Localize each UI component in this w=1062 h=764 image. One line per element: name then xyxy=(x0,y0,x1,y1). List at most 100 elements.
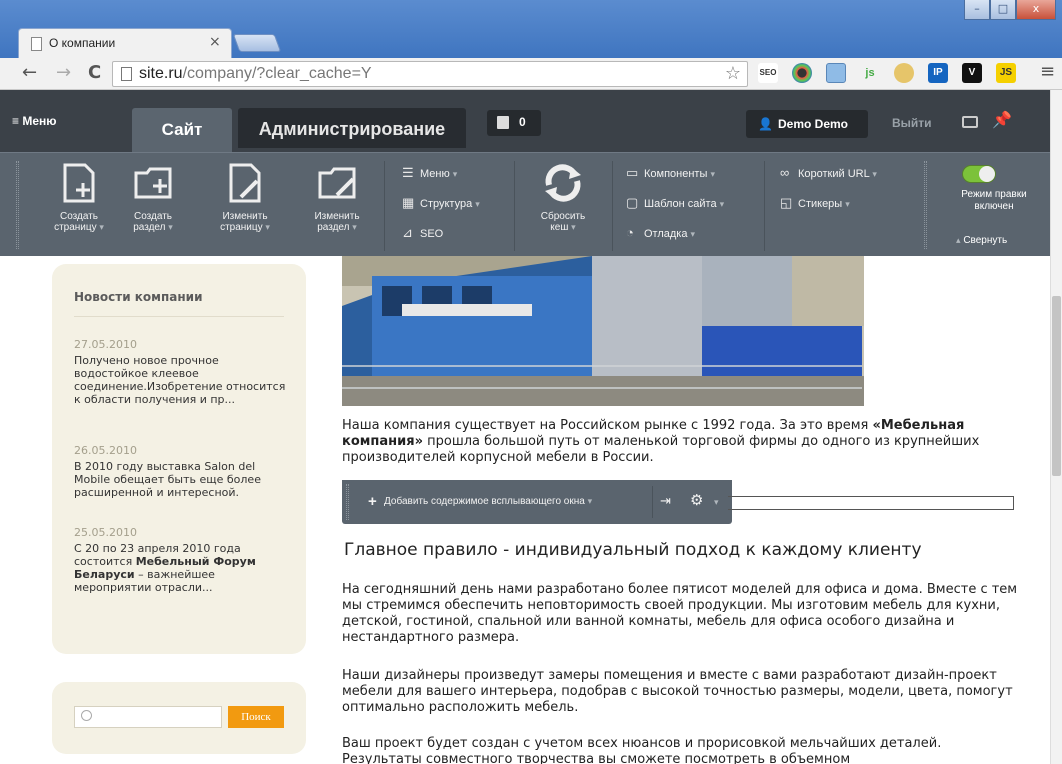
caret-icon: ▾ xyxy=(99,222,104,232)
intro-text-pre: Наша компания существует на Российском р… xyxy=(342,418,873,433)
user-name: Demo Demo xyxy=(778,117,849,131)
debug-dropdown[interactable]: ◔ Отладка ▾ xyxy=(626,225,695,240)
short-url-dropdown[interactable]: ∞ Короткий URL ▾ xyxy=(780,165,877,180)
search-icon xyxy=(81,710,92,721)
reload-icon[interactable]: C xyxy=(88,62,101,83)
minimize-button[interactable]: – xyxy=(964,0,990,20)
tab-administration[interactable]: Администрирование xyxy=(238,108,466,148)
search-button[interactable]: Поиск xyxy=(228,706,284,728)
chart-icon: ⊿ xyxy=(402,225,413,240)
separator xyxy=(514,161,515,251)
news-text[interactable]: В 2010 году выставка Salon del Mobile об… xyxy=(74,460,289,499)
intro-text-post: прошла большой путь от маленькой торгово… xyxy=(342,434,980,465)
reset-cache-button[interactable]: Сбросить кеш ▾ xyxy=(526,163,600,233)
add-popup-content-label: Добавить содержимое всплывающего окна xyxy=(384,496,585,507)
news-text[interactable]: С 20 по 23 апреля 2010 года состоится Ме… xyxy=(74,542,289,594)
cookie-extension-icon[interactable] xyxy=(894,63,914,83)
news-text[interactable]: Получено новое прочное водостойкое клеев… xyxy=(74,354,289,406)
news-item[interactable]: 26.05.2010 В 2010 году выставка Salon de… xyxy=(74,444,289,499)
create-section-label-2: раздел ▾ xyxy=(116,222,190,233)
pin-component-icon[interactable]: ⇥ xyxy=(660,493,671,509)
news-item[interactable]: 25.05.2010 С 20 по 23 апреля 2010 года с… xyxy=(74,526,289,594)
drag-handle[interactable] xyxy=(346,484,349,520)
edit-section-button[interactable]: Изменить раздел ▾ xyxy=(300,163,374,233)
back-icon[interactable]: ← xyxy=(22,62,37,83)
seo-extension-icon[interactable]: SEO xyxy=(758,63,778,83)
browser-menu-icon[interactable]: ≡ xyxy=(1040,61,1055,82)
menu-dropdown[interactable]: ☰ Меню ▾ xyxy=(402,165,457,181)
debug-dropdown-label: Отладка xyxy=(644,228,688,240)
plus-icon: + xyxy=(368,493,377,510)
drag-handle[interactable] xyxy=(16,161,19,249)
gauge-icon: ◔ xyxy=(626,225,634,240)
notifications-button[interactable]: 0 xyxy=(487,110,541,136)
create-page-label-2-text: страницу xyxy=(54,222,97,233)
js-badge-extension-icon[interactable]: JS xyxy=(996,63,1016,83)
components-dropdown[interactable]: ▭ Компоненты ▾ xyxy=(626,165,715,181)
pin-icon[interactable]: 📌 xyxy=(992,110,1012,129)
tab-close-icon[interactable]: × xyxy=(209,34,221,50)
create-page-label-2: страницу ▾ xyxy=(42,222,116,233)
v-extension-icon[interactable]: V xyxy=(962,63,982,83)
reset-cache-label-2-text: кеш xyxy=(550,222,569,233)
url-text[interactable]: site.ru/company/?clear_cache=Y xyxy=(139,65,372,83)
create-page-label-1: Создать xyxy=(59,211,98,222)
maximize-button[interactable]: □ xyxy=(990,0,1016,20)
create-page-button[interactable]: Создать страницу ▾ xyxy=(42,163,116,233)
stickers-dropdown[interactable]: ◱ Стикеры ▾ xyxy=(780,195,850,211)
edit-mode-label-1: Режим правки xyxy=(961,189,1027,200)
notification-count: 0 xyxy=(519,115,526,129)
page-info-icon xyxy=(121,67,132,81)
search-widget: Поиск xyxy=(52,682,306,754)
browser-tab-active[interactable]: О компании × xyxy=(18,28,232,58)
company-building-photo xyxy=(342,256,864,406)
news-item[interactable]: 27.05.2010 Получено новое прочное водост… xyxy=(74,338,289,406)
structure-dropdown[interactable]: ▦ Структура ▾ xyxy=(402,195,480,211)
collapse-button[interactable]: ▴ Свернуть xyxy=(956,235,1007,246)
address-bar[interactable]: site.ru/company/?clear_cache=Y ☆ xyxy=(112,61,748,87)
forward-icon[interactable]: → xyxy=(56,62,71,83)
keyboard-icon[interactable] xyxy=(962,116,978,128)
page-content: Новости компании 27.05.2010 Получено нов… xyxy=(0,256,1050,764)
close-window-button[interactable]: x xyxy=(1016,0,1056,20)
scrollbar-thumb[interactable] xyxy=(1052,296,1061,476)
article-paragraph-1: На сегодняшний день нами разработано бол… xyxy=(342,582,1018,645)
drag-handle[interactable] xyxy=(924,161,927,249)
url-path: /company/?clear_cache=Y xyxy=(182,65,372,82)
components-dropdown-label: Компоненты xyxy=(644,168,708,180)
article-heading: Главное правило - индивидуальный подход … xyxy=(344,540,922,560)
separator xyxy=(384,161,385,251)
caret-icon: ▾ xyxy=(690,229,696,239)
js-extension-icon[interactable]: js xyxy=(860,63,880,83)
tab-site[interactable]: Сайт xyxy=(132,108,232,152)
admin-topbar: ≡ Меню Сайт Администрирование 0 👤 Demo D… xyxy=(0,90,1050,152)
create-section-button[interactable]: Создать раздел ▾ xyxy=(116,163,190,233)
new-tab-button[interactable] xyxy=(232,34,282,52)
bookmark-star-icon[interactable]: ☆ xyxy=(725,63,741,84)
ip-extension-icon[interactable]: IP xyxy=(928,63,948,83)
logout-link[interactable]: Выйти xyxy=(892,116,932,130)
reset-cache-label-1: Сбросить xyxy=(540,211,586,222)
search-input[interactable] xyxy=(74,706,222,728)
notification-icon xyxy=(497,116,509,129)
edit-mode-toggle[interactable] xyxy=(962,165,996,183)
article-paragraph-3: Ваш проект будет создан с учетом всех ню… xyxy=(342,736,942,764)
caret-icon: ▾ xyxy=(265,222,270,232)
admin-menu-button[interactable]: ≡ Меню xyxy=(12,114,57,128)
edit-mode-label: Режим правки включен xyxy=(944,189,1044,213)
color-extension-icon[interactable] xyxy=(792,63,812,83)
screenshot-extension-icon[interactable] xyxy=(826,63,846,83)
edit-page-button[interactable]: Изменить страницу ▾ xyxy=(208,163,282,233)
caret-icon: ▾ xyxy=(714,497,719,507)
seo-button[interactable]: ⊿ SEO xyxy=(402,225,443,241)
collapse-label: Свернуть xyxy=(963,235,1008,246)
template-dropdown[interactable]: ▢ Шаблон сайта ▾ xyxy=(626,195,724,211)
sticker-icon: ◱ xyxy=(780,195,793,210)
add-popup-content-button[interactable]: Добавить содержимое всплывающего окна ▾ xyxy=(384,496,592,507)
news-date: 26.05.2010 xyxy=(74,444,137,457)
user-button[interactable]: 👤 Demo Demo xyxy=(746,110,868,138)
separator xyxy=(764,161,765,251)
window-titlebar: – □ x О компании × xyxy=(0,0,1062,58)
popup-outline xyxy=(728,496,1014,510)
gear-icon[interactable]: ⚙ xyxy=(690,491,703,509)
